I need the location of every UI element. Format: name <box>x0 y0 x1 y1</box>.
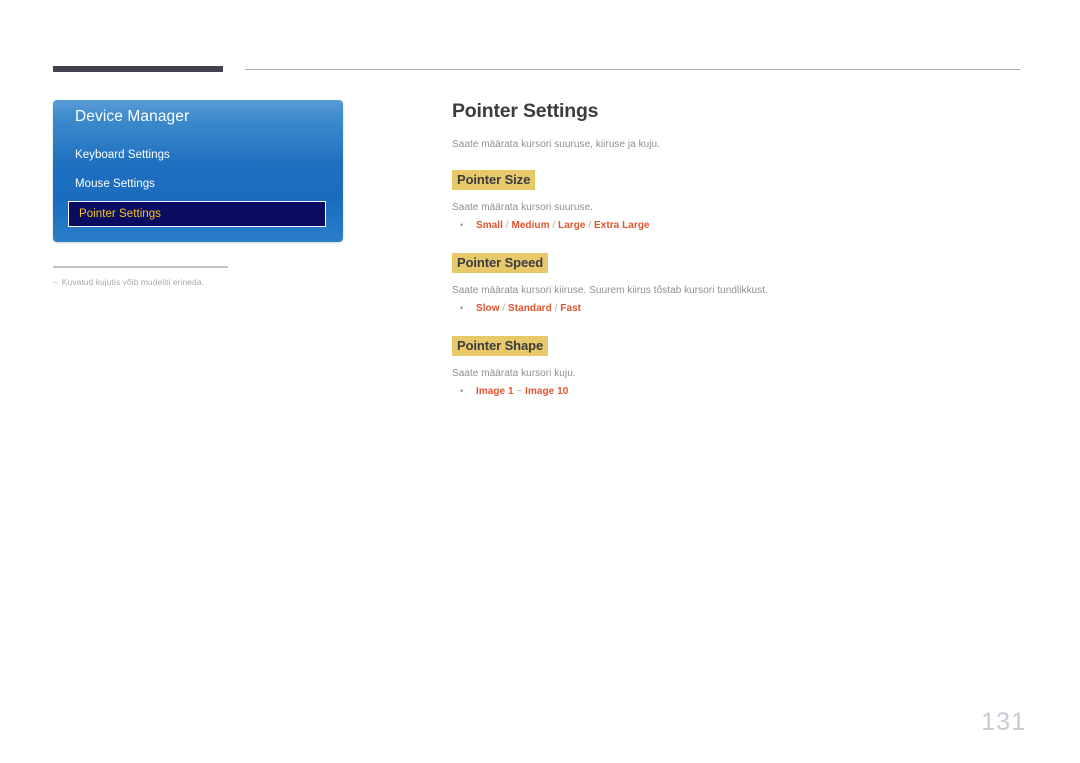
section-pointer-size: Pointer Size Saate määrata kursori suuru… <box>452 170 1022 231</box>
option-row: • Slow / Standard / Fast <box>452 303 1022 314</box>
option-separator: / <box>549 220 559 231</box>
option-value: Image 1 <box>476 386 514 397</box>
section-pointer-speed: Pointer Speed Saate määrata kursori kiir… <box>452 253 1022 314</box>
option-row: • Small / Medium / Large / Extra Large <box>452 220 1022 231</box>
option-separator: ~ <box>513 386 526 397</box>
option-value: Small <box>476 220 503 231</box>
osd-menu-item-label: Pointer Settings <box>79 208 161 220</box>
option-value: Standard <box>508 303 552 314</box>
header-divider-line <box>245 69 1020 70</box>
bullet-icon: • <box>460 220 464 230</box>
osd-panel-title: Device Manager <box>75 108 190 125</box>
osd-menu-item-mouse-settings[interactable]: Mouse Settings <box>75 178 155 190</box>
osd-menu-item-label: Mouse Settings <box>75 178 155 190</box>
option-value: Large <box>558 220 586 231</box>
page-number: 131 <box>981 708 1026 736</box>
section-heading: Pointer Speed <box>452 253 549 273</box>
option-values: Image 1 ~ Image 10 <box>476 386 568 397</box>
osd-menu-item-pointer-settings-selected[interactable]: Pointer Settings <box>68 201 326 227</box>
osd-menu-item-keyboard-settings[interactable]: Keyboard Settings <box>75 149 170 161</box>
option-value: Extra Large <box>594 220 650 231</box>
footnote-text: Kuvatud kujutis võib mudeliti erineda. <box>61 277 205 287</box>
option-values: Slow / Standard / Fast <box>476 303 581 314</box>
option-value: Fast <box>560 303 582 314</box>
section-heading: Pointer Shape <box>452 336 549 356</box>
section-pointer-shape: Pointer Shape Saate määrata kursori kuju… <box>452 336 1022 397</box>
header-accent-bar <box>53 66 223 72</box>
option-value: Image 10 <box>525 386 569 397</box>
option-separator: / <box>585 220 595 231</box>
option-values: Small / Medium / Large / Extra Large <box>476 220 650 231</box>
page-header-rules <box>53 66 1020 74</box>
bullet-icon: • <box>460 386 464 396</box>
section-description: Saate määrata kursori suuruse. <box>452 202 594 213</box>
page-title: Pointer Settings <box>452 100 599 122</box>
option-separator: / <box>499 303 509 314</box>
page-intro-text: Saate määrata kursori suuruse, kiiruse j… <box>452 139 660 150</box>
option-value: Slow <box>476 303 500 314</box>
section-description: Saate määrata kursori kuju. <box>452 368 576 379</box>
main-content: Pointer Settings Saate määrata kursori s… <box>452 100 1022 415</box>
footnote: – Kuvatud kujutis võib mudeliti erineda. <box>53 277 204 287</box>
section-heading: Pointer Size <box>452 170 536 190</box>
osd-menu-panel: Device Manager Keyboard Settings Mouse S… <box>53 100 343 242</box>
osd-menu-item-label: Keyboard Settings <box>75 149 170 161</box>
section-description: Saate määrata kursori kiiruse. Suurem ki… <box>452 285 768 296</box>
footnote-divider <box>53 266 228 268</box>
footnote-dash: – <box>53 277 58 287</box>
option-value: Medium <box>511 220 550 231</box>
bullet-icon: • <box>460 303 464 313</box>
option-row: • Image 1 ~ Image 10 <box>452 386 1022 397</box>
